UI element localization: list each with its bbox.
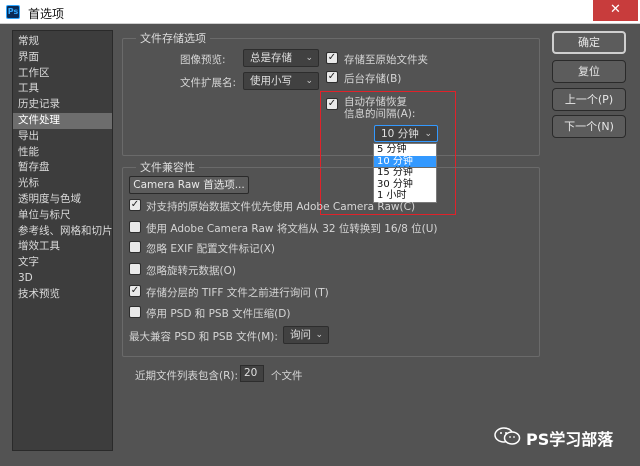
max-compat-value: 询问 xyxy=(290,329,311,341)
watermark-text: PS学习部落 xyxy=(526,430,614,449)
sidebar-item-workspace[interactable]: 工作区 xyxy=(13,66,112,82)
recent-files-count-input[interactable]: 20 xyxy=(240,365,264,382)
window-title: 首选项 xyxy=(28,7,65,21)
sidebar-item-3d[interactable]: 3D xyxy=(13,271,112,287)
file-extension-label: 文件扩展名: xyxy=(180,77,237,89)
save-to-original-checkbox[interactable]: ✓ xyxy=(326,52,338,64)
file-saving-group-title: 文件存储选项 xyxy=(136,30,210,46)
wechat-icon xyxy=(494,427,521,445)
ignore-rotation-label: 忽略旋转元数据(O) xyxy=(146,265,236,277)
ask-layered-tiff-checkbox[interactable]: ✓ xyxy=(129,285,141,297)
chevron-down-icon: ⌄ xyxy=(424,129,432,139)
interval-value: 10 分钟 xyxy=(381,128,419,140)
sidebar-item-guides-grid-slices[interactable]: 参考线、网格和切片 xyxy=(13,224,113,240)
sidebar-item-general[interactable]: 常规 xyxy=(13,34,112,50)
ignore-exif-label: 忽略 EXIF 配置文件标记(X) xyxy=(146,243,276,255)
preferences-sidebar: 常规 界面 工作区 工具 历史记录 文件处理 导出 性能 暂存盘 光标 透明度与… xyxy=(12,30,113,451)
previous-button[interactable]: 上一个(P) xyxy=(552,88,626,111)
max-compat-label: 最大兼容 PSD 和 PSB 文件(M): xyxy=(129,331,278,343)
next-button[interactable]: 下一个(N) xyxy=(552,115,626,138)
disable-compression-label: 停用 PSD 和 PSB 文件压缩(D) xyxy=(146,308,291,320)
sidebar-item-history[interactable]: 历史记录 xyxy=(13,97,112,113)
recent-files-suffix: 个文件 xyxy=(271,370,303,382)
sidebar-item-scratch-disks[interactable]: 暂存盘 xyxy=(13,160,112,176)
sidebar-item-tools[interactable]: 工具 xyxy=(13,81,112,97)
ignore-exif-checkbox[interactable] xyxy=(129,241,141,253)
disable-compression-checkbox[interactable] xyxy=(129,306,141,318)
camera-raw-convert-label: 使用 Adobe Camera Raw 将文档从 32 位转换到 16/8 位(… xyxy=(146,223,438,235)
sidebar-item-interface[interactable]: 界面 xyxy=(13,50,112,66)
interval-option-10min[interactable]: 10 分钟 xyxy=(374,155,436,168)
save-to-original-label: 存储至原始文件夹 xyxy=(344,54,428,66)
sidebar-item-file-handling[interactable]: 文件处理 xyxy=(13,113,112,129)
close-button[interactable]: ✕ xyxy=(593,0,638,21)
sidebar-item-performance[interactable]: 性能 xyxy=(13,145,112,161)
window-titlebar: Ps 首选项 ✕ xyxy=(0,0,640,24)
chevron-down-icon: ⌄ xyxy=(305,76,313,86)
chevron-down-icon: ⌄ xyxy=(305,53,313,63)
sidebar-item-export[interactable]: 导出 xyxy=(13,129,112,145)
interval-option-5min[interactable]: 5 分钟 xyxy=(374,144,436,156)
ignore-rotation-checkbox[interactable] xyxy=(129,263,141,275)
sidebar-item-cursors[interactable]: 光标 xyxy=(13,176,112,192)
background-save-label: 后台存储(B) xyxy=(344,73,402,85)
sidebar-item-plugins[interactable]: 增效工具 xyxy=(13,239,112,255)
image-preview-value: 总是存储 xyxy=(250,52,292,64)
file-compat-group-title: 文件兼容性 xyxy=(136,159,199,175)
prefer-camera-raw-checkbox[interactable]: ✓ xyxy=(129,199,141,211)
sidebar-item-type[interactable]: 文字 xyxy=(13,255,112,271)
sidebar-item-tech-previews[interactable]: 技术预览 xyxy=(13,287,112,303)
chevron-down-icon: ⌄ xyxy=(315,330,323,340)
reset-button[interactable]: 复位 xyxy=(552,60,626,83)
max-compat-select[interactable]: 询问 ⌄ xyxy=(283,326,329,344)
prefer-camera-raw-label: 对支持的原始数据文件优先使用 Adobe Camera Raw(C) xyxy=(146,201,416,213)
interval-select[interactable]: 10 分钟 ⌄ xyxy=(374,125,438,142)
camera-raw-prefs-button[interactable]: Camera Raw 首选项... xyxy=(129,176,249,194)
ask-layered-tiff-label: 存储分层的 TIFF 文件之前进行询问 (T) xyxy=(146,287,329,299)
sidebar-item-transparency-gamut[interactable]: 透明度与色域 xyxy=(13,192,112,208)
background-save-checkbox[interactable]: ✓ xyxy=(326,71,338,83)
recent-files-label: 近期文件列表包含(R): xyxy=(135,370,239,382)
ok-button[interactable]: 确定 xyxy=(552,31,626,54)
image-preview-label: 图像预览: xyxy=(180,54,226,66)
camera-raw-convert-checkbox[interactable] xyxy=(129,221,141,233)
photoshop-logo-icon: Ps xyxy=(6,5,20,19)
file-extension-select[interactable]: 使用小写 ⌄ xyxy=(243,72,319,90)
image-preview-select[interactable]: 总是存储 ⌄ xyxy=(243,49,319,67)
sidebar-item-units-rulers[interactable]: 单位与标尺 xyxy=(13,208,112,224)
file-extension-value: 使用小写 xyxy=(250,75,292,87)
